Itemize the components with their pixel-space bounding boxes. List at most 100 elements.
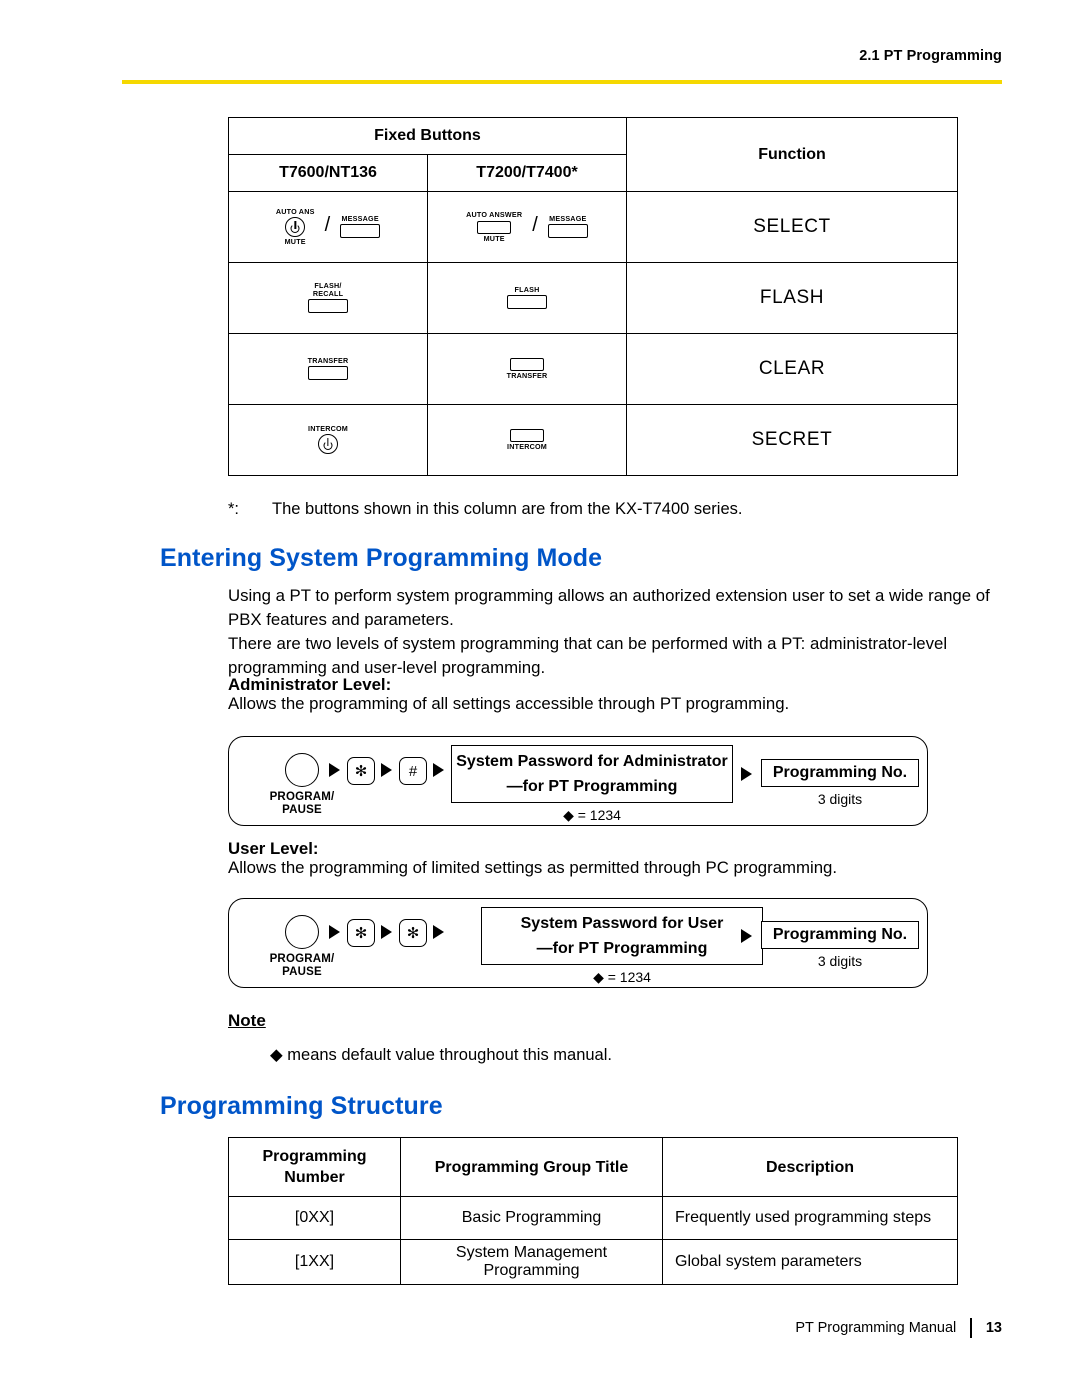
rect-key-icon: [307, 366, 348, 381]
table-row: TRANSFER TRANSFER CLEAR: [228, 333, 958, 405]
key-asterisk-user-1: ✻: [347, 919, 375, 947]
rect-key-icon: [340, 224, 381, 239]
key-transfer: TRANSFER: [507, 357, 548, 380]
programming-structure-table: Programming Number Programming Group Tit…: [228, 1137, 958, 1285]
rect-key-icon: [547, 224, 588, 239]
password-line-2: —for PT Programming: [506, 778, 678, 795]
key-message: MESSAGE: [547, 214, 588, 239]
table-header-row: Fixed Buttons Function: [228, 117, 958, 192]
heading-entering-system-programming-mode: Entering System Programming Mode: [160, 544, 603, 572]
table-row: FLASH/RECALL FLASH FLASH: [228, 262, 958, 334]
footnote-text: The buttons shown in this column are fro…: [272, 500, 743, 518]
table-row: [1XX] System Management Programming Glob…: [228, 1239, 958, 1285]
function-secret: SECRET: [626, 404, 958, 476]
key-asterisk-user-2: ✻: [399, 919, 427, 947]
admin-password-box: System Password for Administrator —for P…: [451, 745, 733, 803]
cell-title-basic-programming: Basic Programming: [400, 1196, 663, 1240]
cell-t7600-clear: TRANSFER: [228, 333, 428, 405]
header-fixed-buttons: Fixed Buttons: [228, 117, 627, 155]
key-label: TRANSFER: [307, 355, 349, 365]
key-label: FLASH: [514, 284, 540, 294]
header-description: Description: [662, 1137, 958, 1197]
page-header-section: 2.1 PT Programming: [859, 48, 1002, 64]
program-key-label-1: PROGRAM/: [269, 953, 335, 965]
title-line-1: System Management: [455, 1244, 608, 1261]
rect-key-icon: [308, 299, 348, 314]
admin-default-value: ◆ = 1234: [563, 807, 621, 823]
button-art-group: AUTO ANS MUTE / MESSAGE: [229, 206, 427, 247]
program-key-label-2: PAUSE: [282, 804, 322, 816]
footnote-marker: *:: [228, 500, 240, 518]
header-line-2: Number: [284, 1169, 345, 1186]
key-label: FLASH/RECALL: [312, 280, 344, 298]
key-flash-recall: FLASH/RECALL: [308, 280, 348, 315]
key-flash: FLASH: [507, 284, 547, 310]
key-auto-answer: AUTO ANSWER MUTE: [466, 210, 523, 243]
button-art-group: INTERCOM: [428, 428, 626, 451]
admin-digits-label: 3 digits: [817, 791, 863, 807]
key-hash-admin: #: [399, 757, 427, 785]
heading-programming-structure: Programming Structure: [160, 1092, 443, 1120]
function-select: SELECT: [626, 191, 958, 263]
program-key-label-1: PROGRAM/: [269, 791, 335, 803]
cell-t7200-flash: FLASH: [427, 262, 627, 334]
separator-slash: /: [532, 214, 538, 236]
user-default-value: ◆ = 1234: [593, 969, 651, 985]
button-art-group: FLASH: [428, 284, 626, 310]
button-art-group: AUTO ANSWER MUTE / MESSAGE: [428, 210, 626, 243]
cell-desc-system-management: Global system parameters: [662, 1239, 958, 1285]
function-clear: CLEAR: [626, 333, 958, 405]
table-row: INTERCOM INTERCOM SECRET: [228, 404, 958, 476]
rect-key-icon: [477, 220, 512, 234]
flow-inner: PROGRAM/ PAUSE ✻ # System Password for A…: [229, 737, 927, 825]
password-line-1: System Password for User: [520, 915, 724, 932]
note-title: Note: [228, 1011, 266, 1030]
arrow-triangle-icon: [433, 763, 444, 777]
fixed-buttons-table: Fixed Buttons Function T7600/NT136 T7200…: [228, 117, 958, 476]
key-asterisk-admin: ✻: [347, 757, 375, 785]
rect-key-icon: [507, 295, 547, 310]
rect-key-icon: [509, 358, 544, 372]
key-intercom: INTERCOM: [507, 428, 547, 451]
admin-programming-no-box: Programming No.: [761, 759, 919, 787]
footer-page-number: 13: [985, 1320, 1002, 1336]
header-col-t7600: T7600/NT136: [228, 154, 428, 192]
arrow-triangle-icon: [381, 763, 392, 777]
header-programming-group-title: Programming Group Title: [400, 1137, 663, 1197]
table-row: AUTO ANS MUTE / MESSAGE AUTO ANSWER MUTE…: [228, 191, 958, 263]
key-transfer: TRANSFER: [307, 355, 349, 381]
cell-t7200-clear: TRANSFER: [427, 333, 627, 405]
program-key-label-2: PAUSE: [282, 966, 322, 978]
function-flash: FLASH: [626, 262, 958, 334]
paragraph-2: There are two levels of system programmi…: [228, 634, 948, 677]
header-rule: [122, 80, 1002, 84]
key-label: MESSAGE: [341, 213, 379, 223]
paragraph-user-desc: Allows the programming of limited settin…: [228, 858, 838, 877]
paragraph-administrator-desc: Allows the programming of all settings a…: [228, 694, 790, 713]
arrow-triangle-icon: [329, 925, 340, 939]
cell-t7600-flash: FLASH/RECALL: [228, 262, 428, 334]
user-password-box: System Password for User —for PT Program…: [481, 907, 763, 965]
cell-number-1xx: [1XX]: [228, 1239, 401, 1285]
paragraph-1: Using a PT to perform system programming…: [228, 586, 990, 629]
arrow-triangle-icon: [433, 925, 444, 939]
cell-t7200-select: AUTO ANSWER MUTE / MESSAGE: [427, 191, 627, 263]
button-art-group: TRANSFER: [229, 355, 427, 381]
key-label: INTERCOM: [308, 423, 348, 433]
key-label: MUTE: [284, 237, 306, 246]
arrow-triangle-icon: [381, 925, 392, 939]
note-text: ◆ means default value throughout this ma…: [270, 1046, 612, 1064]
user-digits-label: 3 digits: [817, 953, 863, 969]
header-programming-number: Programming Number: [228, 1137, 401, 1197]
key-label: AUTO ANSWER: [466, 210, 523, 220]
separator-slash: /: [324, 214, 331, 236]
header-line-1: Programming: [262, 1148, 367, 1165]
arrow-triangle-icon: [329, 763, 340, 777]
title-line-2: Programming: [483, 1262, 580, 1279]
cell-t7600-select: AUTO ANS MUTE / MESSAGE: [228, 191, 428, 263]
rect-key-icon: [510, 429, 544, 443]
key-label: AUTO ANS: [275, 206, 315, 216]
user-programming-no-box: Programming No.: [761, 921, 919, 949]
footnote: *: The buttons shown in this column are f…: [228, 500, 742, 519]
key-label: TRANSFER: [506, 371, 548, 381]
